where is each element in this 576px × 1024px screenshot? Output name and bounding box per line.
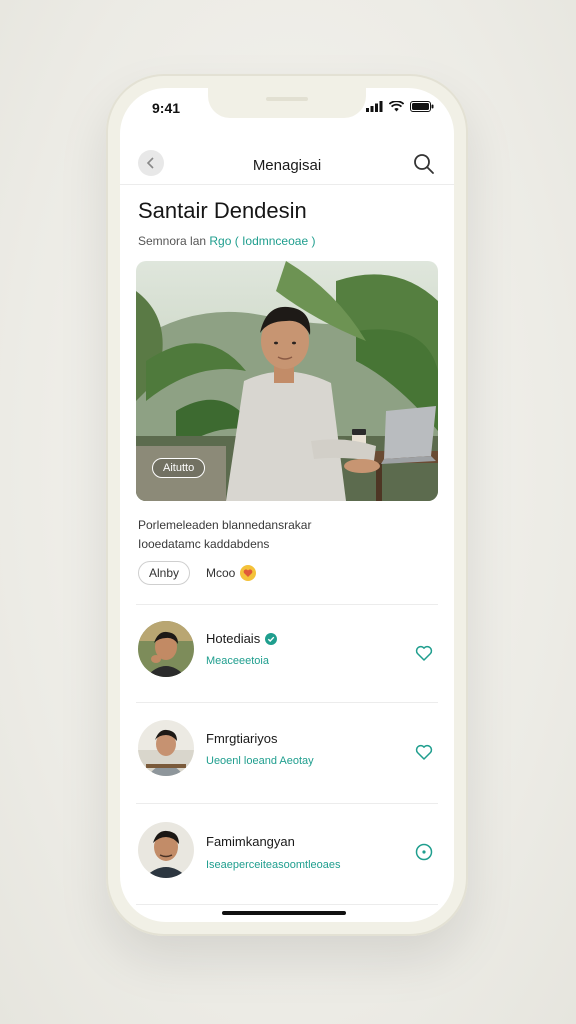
signal-icon xyxy=(366,101,383,112)
list-item[interactable]: Famimkangyan Iseaeperceiteasoomtleoaes xyxy=(120,804,454,904)
list-item-title: Fmrgtiariyos xyxy=(206,731,278,746)
reaction-label: Mcoo xyxy=(206,566,236,580)
hero-tag[interactable]: Aitutto xyxy=(152,458,206,478)
list-item-subtitle: Iseaeperceiteasoomtleoaes xyxy=(206,859,341,871)
hero-photo[interactable]: Aitutto xyxy=(136,261,438,501)
list-item-name: Fmrgtiariyos xyxy=(206,731,278,746)
verified-badge-icon xyxy=(265,632,278,645)
wifi-icon xyxy=(389,101,404,112)
heart-outline-icon[interactable] xyxy=(414,643,434,663)
description-line-1: Porlemeleaden blannedansrakar xyxy=(138,518,312,532)
status-time: 9:41 xyxy=(152,100,181,116)
status-icons xyxy=(366,101,434,112)
search-button[interactable] xyxy=(410,150,438,178)
battery-icon xyxy=(410,101,434,112)
notch xyxy=(208,88,366,118)
home-indicator[interactable] xyxy=(222,911,346,915)
avatar xyxy=(138,621,194,677)
info-circle-icon[interactable] xyxy=(414,842,434,862)
profile-subtitle-link[interactable]: ( Iodmnceoae ) xyxy=(235,234,316,248)
list-item[interactable]: Fmrgtiariyos Ueoenl loeand Aeotay xyxy=(120,703,454,803)
reaction[interactable]: Mcoo xyxy=(206,564,257,582)
heart-outline-icon[interactable] xyxy=(414,742,434,762)
heart-emoji-icon xyxy=(240,565,257,581)
search-icon xyxy=(414,154,434,174)
profile-subtitle-prefix: Semnora lan xyxy=(138,234,207,248)
avatar xyxy=(138,720,194,776)
profile-subtitle-tag[interactable]: Rgo xyxy=(209,234,231,248)
list-item-title: Famimkangyan xyxy=(206,834,295,849)
list-item-title: Hotediais xyxy=(206,631,278,646)
phone-frame: 9:41 Menagisai Santair Dendesin Semnora … xyxy=(106,74,468,936)
description-line-2: Iooedatamc kaddabdens xyxy=(138,537,270,551)
speaker xyxy=(266,97,308,101)
list-item[interactable]: Hotediais Meaceeetoia xyxy=(120,605,454,705)
background: 9:41 Menagisai Santair Dendesin Semnora … xyxy=(0,0,576,1024)
phone-screen: 9:41 Menagisai Santair Dendesin Semnora … xyxy=(120,88,454,922)
list-item-name: Hotediais xyxy=(206,631,261,646)
avatar xyxy=(138,822,194,878)
list-item-subtitle: Meaceeetoia xyxy=(206,655,269,667)
list-item-name: Famimkangyan xyxy=(206,834,295,849)
divider xyxy=(120,184,454,185)
page-title: Menagisai xyxy=(252,157,322,174)
action-chip[interactable]: Alnby xyxy=(138,561,191,585)
divider xyxy=(136,904,438,905)
nav-bar: Menagisai xyxy=(120,146,454,186)
profile-name: Santair Dendesin xyxy=(138,198,307,223)
list-item-subtitle: Ueoenl loeand Aeotay xyxy=(206,755,314,767)
profile-subtitle: Semnora lan Rgo ( Iodmnceoae ) xyxy=(138,234,315,248)
